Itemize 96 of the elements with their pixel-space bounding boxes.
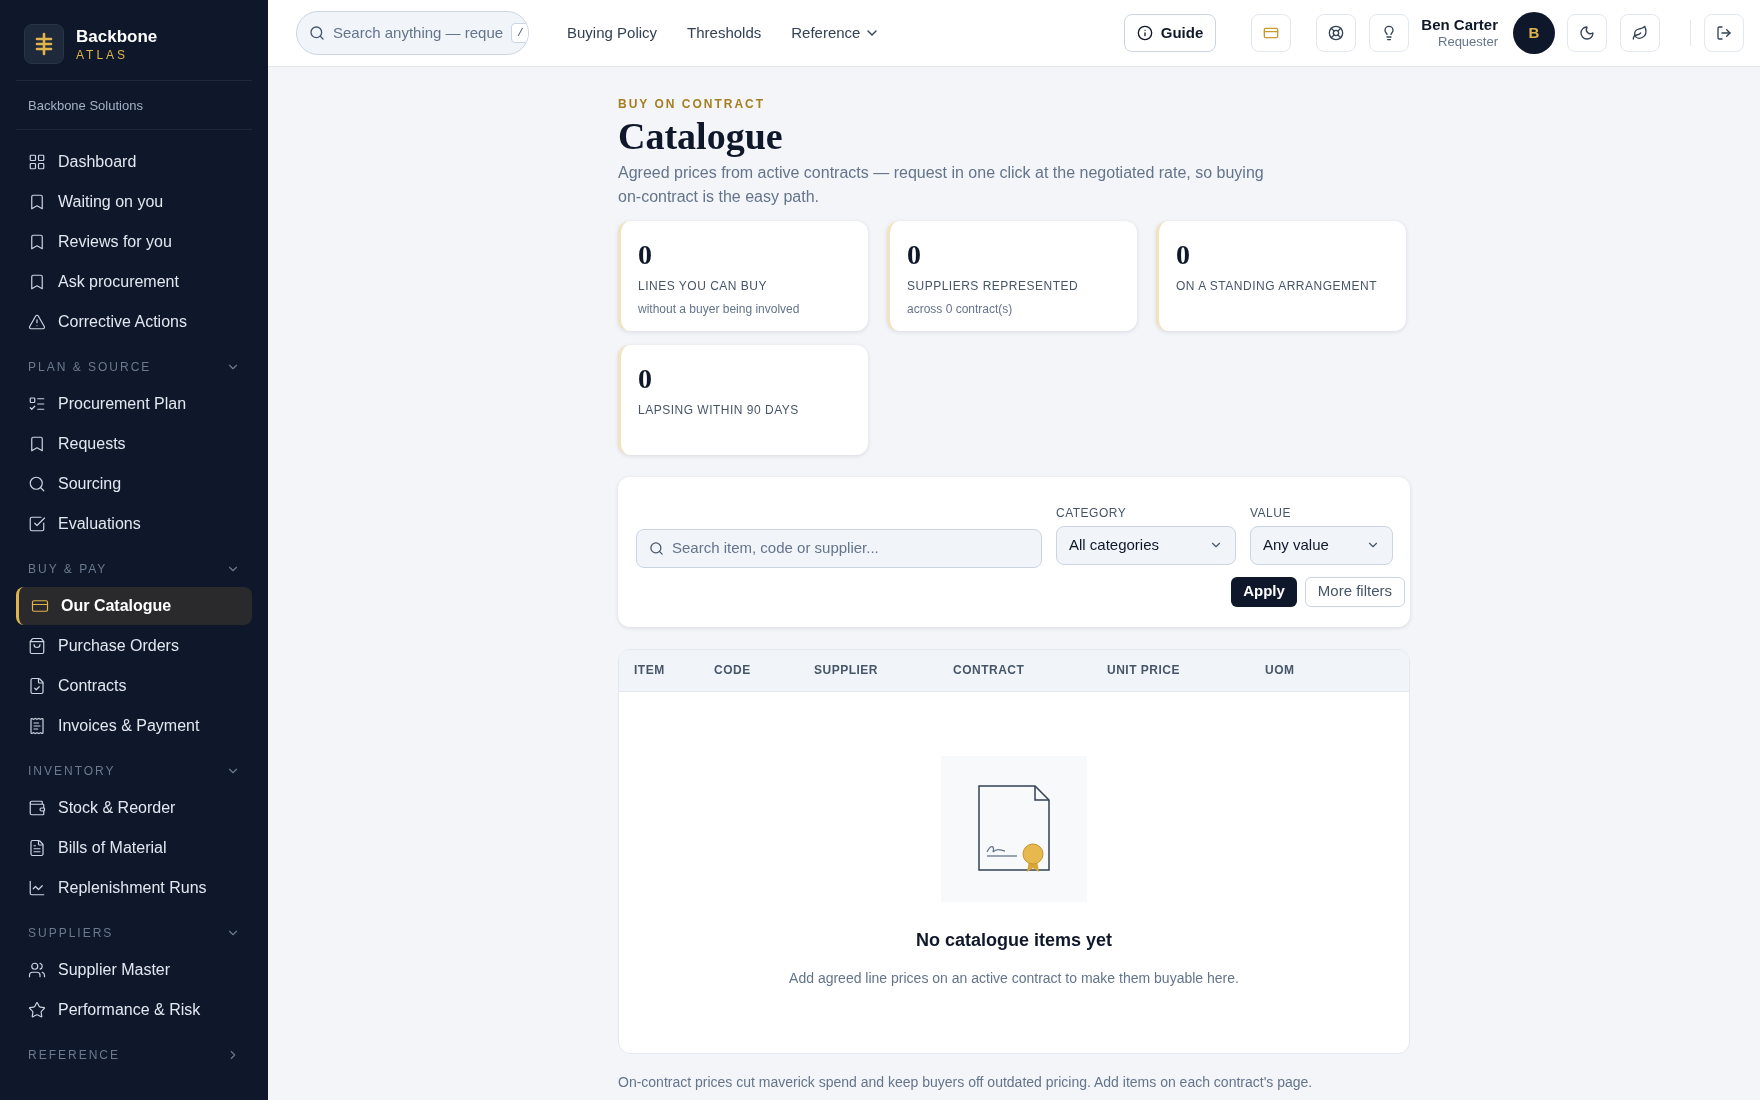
document-icon [28, 839, 46, 857]
sidebar-item[interactable]: Bills of Material [16, 828, 252, 868]
moon-icon [1579, 25, 1595, 41]
column-header: UNIT PRICE [1107, 662, 1181, 679]
star-icon [28, 1001, 46, 1019]
help-icon [1328, 25, 1345, 41]
search-icon [309, 25, 325, 41]
info-icon [1136, 25, 1153, 41]
guide-button[interactable]: Guide [1123, 14, 1217, 52]
sidebar-item[interactable]: Dashboard [16, 142, 252, 182]
filter-label: CATEGORY [1056, 504, 1128, 522]
column-header: SUPPLIER [814, 662, 879, 679]
sidebar-item[interactable]: Reviews for you [16, 222, 252, 262]
dropdown[interactable]: All categories [1056, 525, 1236, 565]
dashboard-icon [28, 153, 46, 171]
section-heading: BUY & PAY [28, 561, 108, 578]
empty-state-title: No catalogue items yet [915, 928, 1113, 952]
sidebar-item[interactable]: Sourcing [16, 464, 252, 504]
nav-link[interactable]: Thresholds [687, 21, 762, 45]
stat-value: 0 [907, 240, 922, 269]
bookmark-icon [28, 193, 46, 211]
sidebar-item[interactable]: Stock & Reorder [16, 788, 252, 828]
lightbulb-button[interactable] [1369, 14, 1410, 52]
dark-mode-button[interactable] [1567, 14, 1607, 52]
logo-icon [24, 24, 64, 64]
nav-link[interactable]: Buying Policy [567, 21, 658, 45]
sidebar-item[interactable]: Purchase Orders [16, 626, 252, 666]
user-name: Ben Carter [1421, 15, 1498, 35]
stat-label: LAPSING WITHIN 90 DAYS [638, 401, 800, 419]
column-header: UOM [1265, 662, 1296, 679]
eyebrow-label: BUY ON CONTRACT [618, 96, 767, 113]
line-chart-icon [28, 879, 46, 897]
more-filters-button[interactable]: More filters [1304, 576, 1405, 607]
search-field[interactable]: Search anything — reque / [296, 11, 529, 55]
leaf-button[interactable] [1620, 14, 1660, 52]
stat-note: across 0 contract(s) [907, 300, 1014, 318]
help-button[interactable] [1316, 14, 1357, 52]
list-icon [28, 395, 46, 413]
brand-subtitle: ATLAS [76, 48, 130, 61]
checkbox-icon [28, 515, 46, 533]
receipt-icon [28, 717, 46, 735]
card-icon-button[interactable] [1251, 14, 1292, 52]
section-heading: PLAN & SOURCE [28, 359, 152, 376]
sidebar-item[interactable]: Ask procurement [16, 262, 252, 302]
users-icon [28, 961, 46, 979]
sidebar-item[interactable]: Corrective Actions [16, 302, 252, 342]
search-icon [649, 540, 664, 556]
column-header: CONTRACT [953, 662, 1026, 679]
dropdown[interactable]: Any value [1250, 525, 1393, 565]
search-icon [28, 475, 46, 493]
sidebar-item[interactable]: Waiting on you [16, 182, 252, 222]
column-header: CODE [714, 662, 752, 679]
sidebar-item[interactable]: Our Catalogue [16, 587, 252, 625]
section-heading: INVENTORY [28, 763, 116, 780]
stat-value: 0 [638, 240, 653, 269]
sidebar-item[interactable]: Evaluations [16, 504, 252, 544]
sidebar-item[interactable]: Contracts [16, 666, 252, 706]
stat-label: SUPPLIERS REPRESENTED [907, 277, 1080, 295]
warning-icon [28, 313, 46, 331]
sidebar-item[interactable]: Procurement Plan [16, 384, 252, 424]
stat-label: ON A STANDING ARRANGEMENT [1176, 277, 1378, 295]
sidebar-item[interactable]: Replenishment Runs [16, 868, 252, 908]
user-avatar[interactable]: B [1513, 12, 1555, 54]
footer-note: On-contract prices cut maverick spend and keep buyers off outdated pricing. Add items on each contract's page. [618, 1072, 1314, 1092]
organization-name: Backbone Solutions [28, 98, 143, 113]
stat-value: 0 [638, 364, 653, 393]
filter-label: VALUE [1250, 504, 1292, 522]
empty-state-text: Add agreed line prices on an active contract to make them buyable here. [789, 968, 1239, 988]
sidebar-item[interactable]: Performance & Risk [16, 990, 252, 1030]
sidebar-item[interactable]: Requests [16, 424, 252, 464]
card-icon [1263, 25, 1280, 41]
column-header: ITEM [633, 662, 666, 679]
card-icon [31, 597, 49, 615]
sidebar-item[interactable]: Invoices & Payment [16, 706, 252, 746]
leaf-icon [1632, 25, 1648, 41]
section-heading: SUPPLIERS [28, 925, 114, 942]
logout-button[interactable] [1704, 14, 1744, 52]
page-description: Agreed prices from active contracts — request in one click at the negotiated rate, so buying on-contract is the easy path. [618, 162, 1265, 207]
sidebar-item[interactable]: Supplier Master [16, 950, 252, 990]
user-role: Requester [1438, 34, 1498, 51]
document-check-icon [28, 677, 46, 695]
nav-dropdown[interactable]: Reference [791, 21, 881, 45]
bookmark-icon [28, 233, 46, 251]
brand-name: Backbone [76, 27, 158, 45]
shortcut-key: / [511, 22, 528, 44]
bookmark-icon [28, 435, 46, 453]
bookmark-icon [28, 273, 46, 291]
apply-button[interactable]: Apply [1231, 576, 1297, 607]
bag-icon [28, 637, 46, 655]
logout-icon [1716, 25, 1732, 41]
section-heading: REFERENCE [28, 1047, 120, 1064]
stat-note: without a buyer being involved [638, 300, 801, 318]
stat-label: LINES YOU CAN BUY [638, 277, 768, 295]
search-field[interactable]: Search item, code or supplier... [636, 528, 1042, 568]
page-title: Catalogue [618, 114, 784, 159]
stat-value: 0 [1176, 240, 1191, 269]
